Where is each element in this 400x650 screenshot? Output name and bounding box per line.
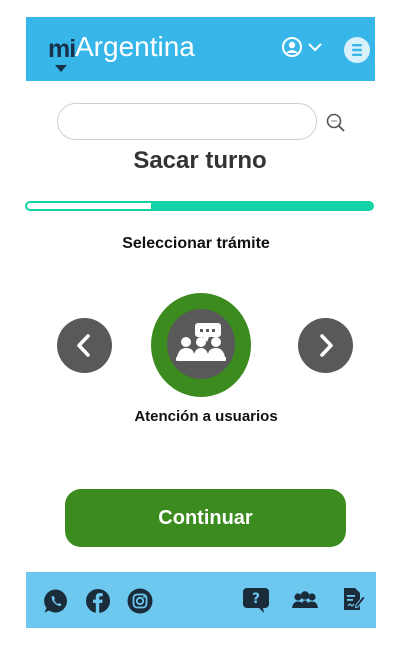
option-label: Atención a usuarios [134,408,278,425]
search-icon [326,113,345,132]
instagram-icon [127,588,153,614]
option-atencion-usuarios[interactable] [151,293,251,397]
search-input[interactable] [57,103,317,140]
instagram-link[interactable] [127,588,153,614]
chevron-down-icon [308,43,322,52]
document-edit-icon [344,588,366,610]
step-label: Seleccionar trámite [122,235,270,252]
footer-bar: ? [26,572,376,628]
logo-name: Argentina [75,31,195,62]
user-circle-icon [282,37,322,57]
user-menu-button[interactable] [281,37,325,61]
progress-bar [25,201,374,211]
logo-arrow-icon [55,65,67,72]
hamburger-icon [352,44,362,56]
document-edit-button[interactable] [342,586,368,612]
option-icon-bg [167,309,235,379]
whatsapp-icon [44,589,67,613]
chevron-left-icon [77,334,90,357]
facebook-icon [86,589,110,613]
previous-option-button[interactable] [57,318,112,373]
facebook-link[interactable] [85,588,111,614]
next-option-button[interactable] [298,318,353,373]
chevron-right-icon [320,334,333,357]
page-title: Sacar turno [133,147,267,174]
continue-button[interactable]: Continuar [65,489,346,547]
community-button[interactable] [291,588,318,614]
community-icon [292,591,318,608]
logo-prefix: mi [48,35,76,63]
svg-text:?: ? [252,591,260,607]
whatsapp-link[interactable] [43,588,69,614]
progress-fill [151,203,372,209]
help-chat-button[interactable]: ? [242,586,269,613]
header-bar: mi Argentina [26,17,375,81]
people-chat-icon [176,323,226,361]
menu-button[interactable] [344,37,370,63]
help-chat-icon: ? [243,588,269,613]
search-button[interactable] [325,112,347,134]
